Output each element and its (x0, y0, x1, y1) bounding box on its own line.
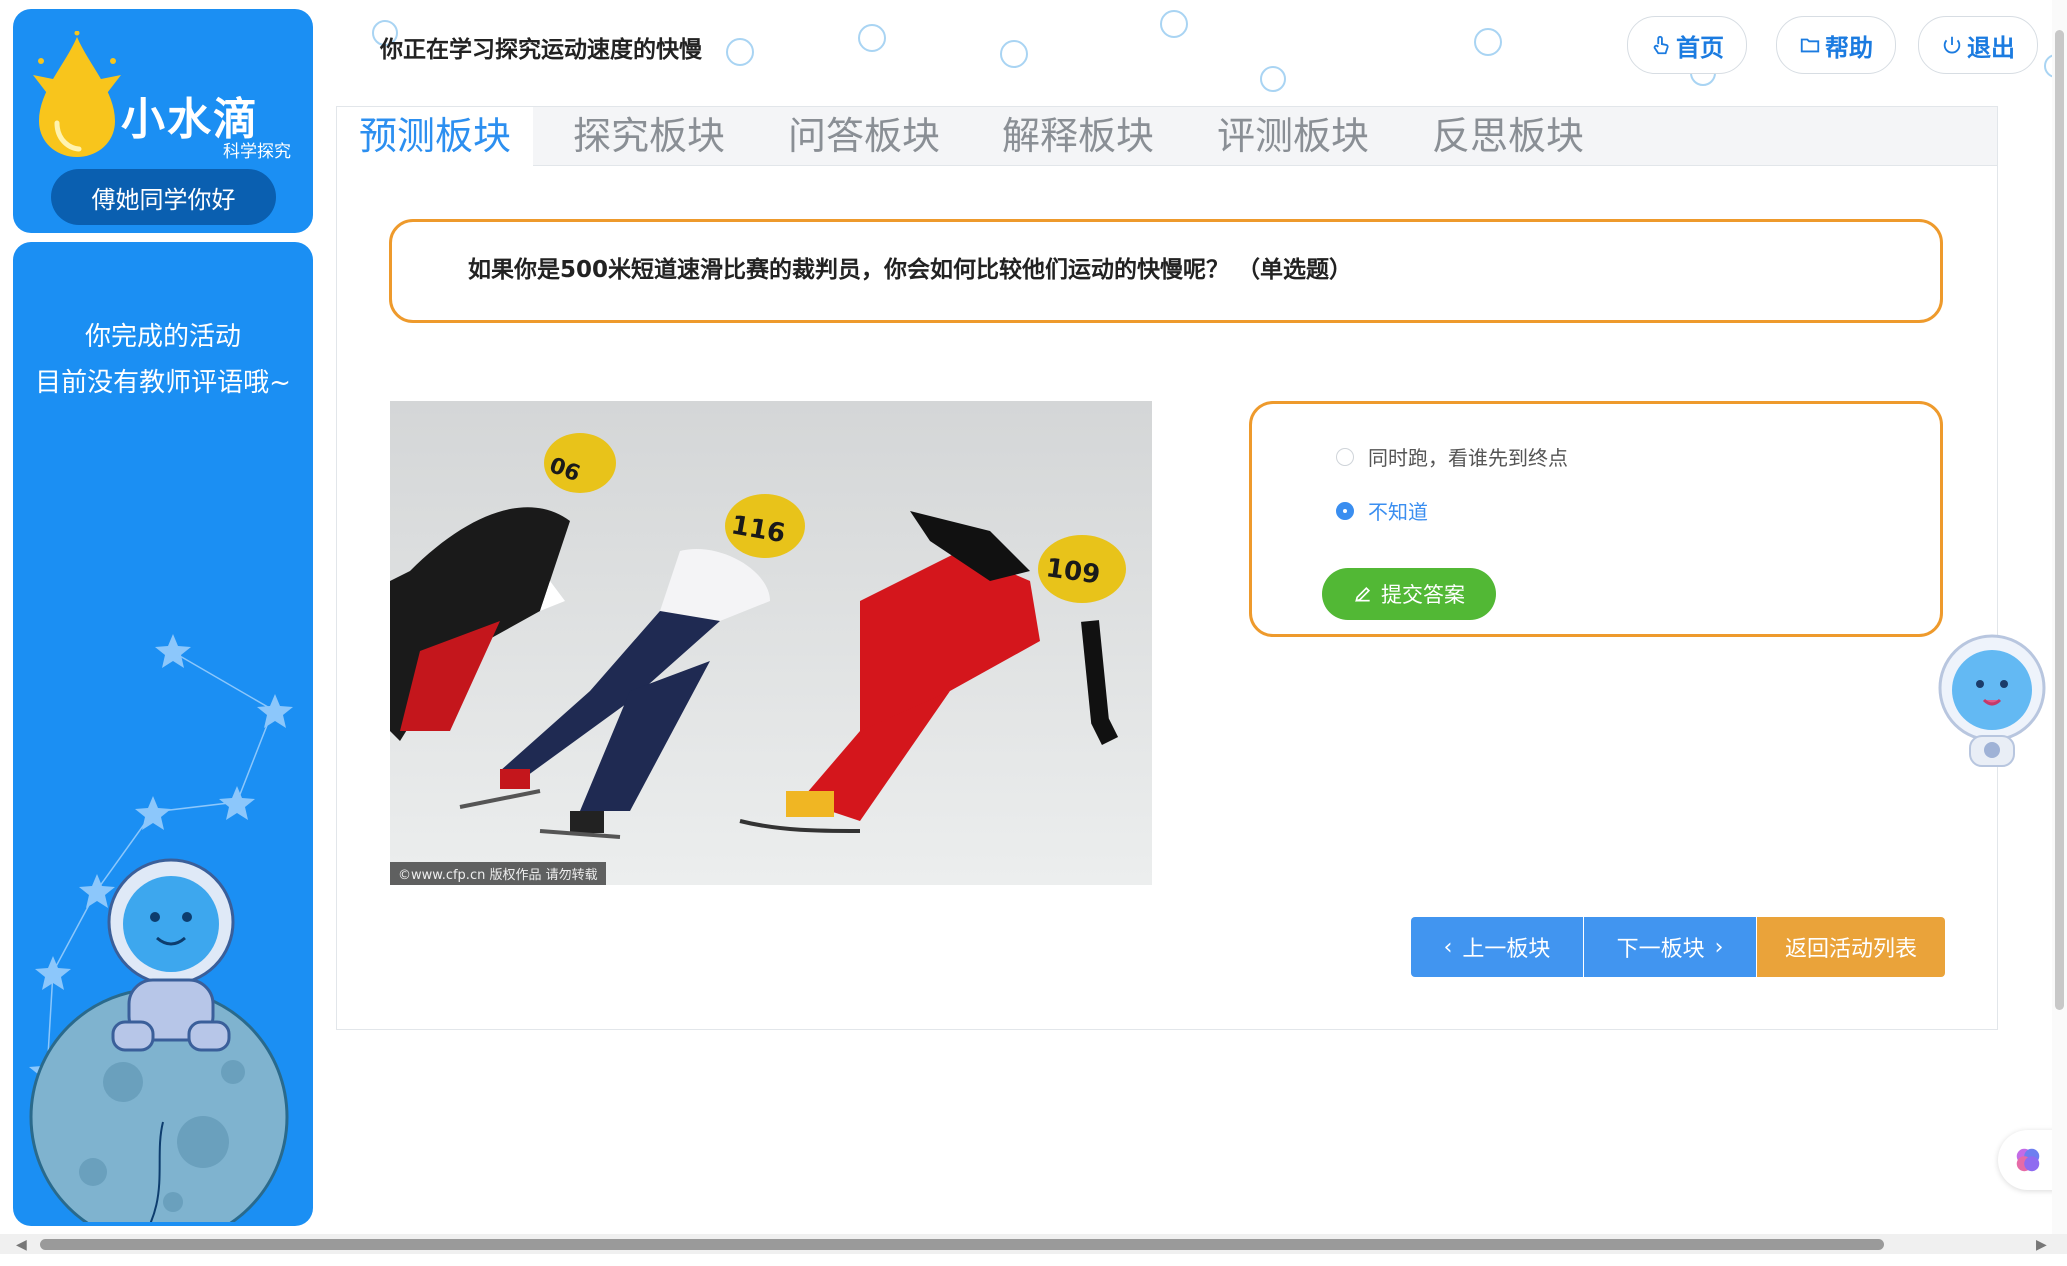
greeting-badge: 傅她同学你好 (51, 169, 276, 225)
speed-skating-photo: 06 116 109 ©www.cfp.cn 版权作品 请勿转载 (390, 401, 1152, 885)
bubble-decoration (858, 24, 886, 52)
submit-answer-label: 提交答案 (1381, 583, 1465, 607)
module-tabs: 预测板块 探究板块 问答板块 解释板块 评测板块 反思板块 (337, 107, 1997, 166)
bubble-decoration (1474, 28, 1502, 56)
bubble-decoration (726, 38, 754, 66)
next-module-button[interactable]: 下一板块 › (1584, 917, 1756, 977)
vertical-scrollbar[interactable] (2052, 0, 2067, 1234)
next-module-label: 下一板块 (1616, 937, 1705, 962)
previous-module-button[interactable]: ‹ 上一板块 (1411, 917, 1583, 977)
tab-evaluate[interactable]: 评测板块 (1195, 107, 1391, 165)
sidebar-comment-panel: 你完成的活动 目前没有教师评语哦~ (13, 242, 313, 1226)
water-drop-logo-icon (33, 31, 121, 157)
page-title: 你正在学习探究运动速度的快慢 (380, 37, 702, 63)
chevron-right-icon: › (1714, 934, 1724, 960)
scroll-left-arrow-icon[interactable]: ◀ (16, 1237, 27, 1253)
tab-reflect[interactable]: 反思板块 (1410, 107, 1606, 165)
teacher-comment-line: 你完成的活动 (84, 322, 241, 352)
vertical-scroll-thumb[interactable] (2055, 30, 2064, 1010)
back-to-list-label: 返回活动列表 (1784, 937, 1917, 962)
brain-icon (2016, 1148, 2040, 1172)
scroll-right-arrow-icon[interactable]: ▶ (2036, 1237, 2047, 1253)
option-dont-know[interactable]: 不知道 (1336, 496, 1428, 525)
option-label: 不知道 (1368, 500, 1428, 524)
home-button[interactable]: 首页 (1627, 16, 1747, 74)
bubble-decoration (1000, 40, 1028, 68)
horizontal-scrollbar[interactable] (0, 1234, 2067, 1254)
pointer-hand-icon (1653, 35, 1669, 55)
answer-options-box: 同时跑，看谁先到终点 不知道 提交答案 (1249, 401, 1943, 637)
question-box: 如果你是500米短道速滑比赛的裁判员，你会如何比较他们运动的快慢呢？ （单选题） (389, 219, 1943, 323)
robot-assistant-icon[interactable] (1930, 632, 2054, 772)
bubble-decoration (1160, 10, 1188, 38)
question-text: 如果你是500米短道速滑比赛的裁判员，你会如何比较他们运动的快慢呢？ （单选题） (468, 257, 1353, 283)
back-to-activity-list-button[interactable]: 返回活动列表 (1757, 917, 1945, 977)
brain-assistant-button[interactable] (1998, 1130, 2058, 1190)
previous-module-label: 上一板块 (1462, 937, 1551, 962)
help-button-label: 帮助 (1825, 33, 1873, 62)
radio-button[interactable] (1336, 447, 1354, 466)
bubble-decoration (1260, 66, 1286, 92)
tab-qa[interactable]: 问答板块 (766, 107, 962, 165)
home-button-label: 首页 (1676, 33, 1724, 62)
astronaut-moon-illustration (29, 634, 293, 1222)
submit-answer-button[interactable]: 提交答案 (1322, 568, 1496, 620)
tab-explore[interactable]: 探究板块 (551, 107, 747, 165)
radio-button-checked[interactable] (1336, 501, 1354, 520)
logout-button-label: 退出 (1967, 33, 2015, 62)
power-icon (1943, 36, 1961, 54)
horizontal-scroll-thumb[interactable] (40, 1239, 1884, 1250)
logout-button[interactable]: 退出 (1918, 16, 2038, 74)
activity-panel: 预测板块 探究板块 问答板块 解释板块 评测板块 反思板块 如果你是500米短道… (336, 106, 1998, 1030)
pencil-icon (1355, 586, 1371, 602)
tab-explain[interactable]: 解释板块 (980, 107, 1176, 165)
help-button[interactable]: 帮助 (1776, 16, 1896, 74)
logo-subtitle: 科学探究 (223, 142, 291, 162)
option-label: 同时跑，看谁先到终点 (1368, 446, 1568, 470)
folder-icon (1800, 38, 1820, 53)
skaters-illustration: 06 116 109 (390, 401, 1152, 885)
option-same-time[interactable]: 同时跑，看谁先到终点 (1336, 442, 1568, 471)
tab-predict[interactable]: 预测板块 (337, 107, 534, 166)
sidebar-profile-card: 小水滴 科学探究 傅她同学你好 (13, 9, 313, 233)
photo-credit: ©www.cfp.cn 版权作品 请勿转载 (390, 862, 606, 885)
chevron-left-icon: ‹ (1443, 934, 1453, 960)
